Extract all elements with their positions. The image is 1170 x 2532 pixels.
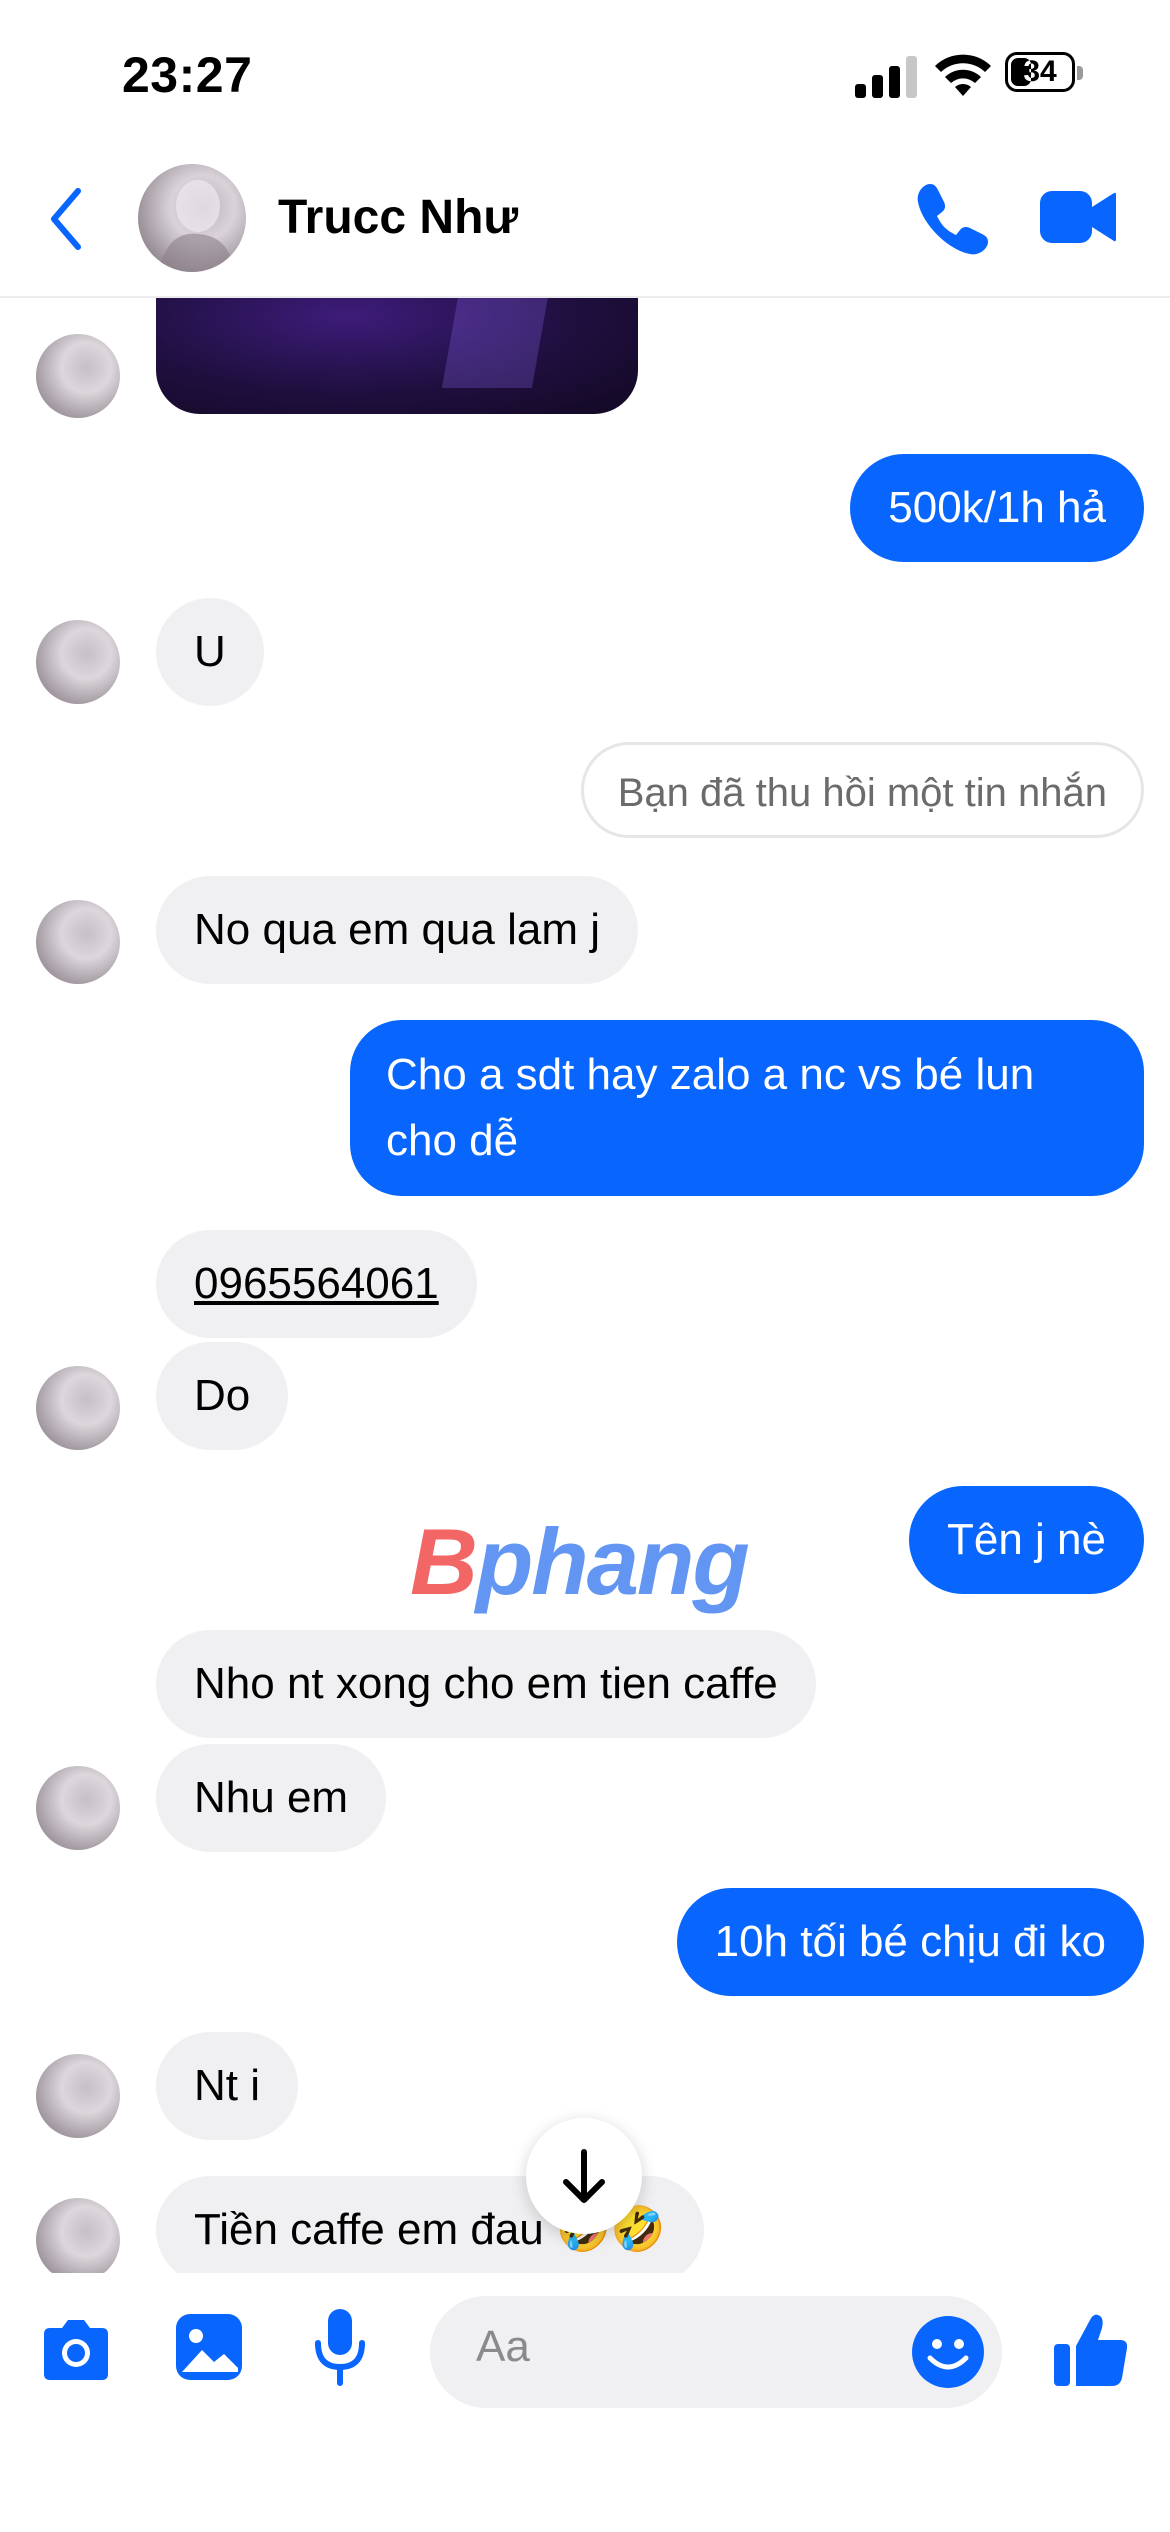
sender-avatar[interactable]	[36, 1766, 120, 1850]
wifi-icon	[935, 54, 991, 96]
sender-avatar[interactable]	[36, 900, 120, 984]
thumbs-up-icon[interactable]	[1050, 2308, 1132, 2390]
sender-avatar[interactable]	[36, 2198, 120, 2273]
message-outgoing[interactable]: Cho a sdt hay zalo a nc vs bé lun cho dễ	[350, 1020, 1144, 1196]
message-incoming[interactable]: Nhu em	[156, 1744, 387, 1852]
status-time: 23:27	[122, 47, 253, 103]
message-input-placeholder: Aa	[476, 2322, 530, 2371]
message-outgoing[interactable]: 500k/1h hả	[850, 454, 1144, 562]
contact-name[interactable]: Trucc Như	[278, 190, 518, 245]
arrow-down-icon	[563, 2149, 605, 2203]
message-incoming-phone-number[interactable]: 0965564061	[156, 1230, 477, 1338]
sender-avatar[interactable]	[36, 620, 120, 704]
microphone-icon[interactable]	[310, 2305, 370, 2389]
message-incoming[interactable]: U	[156, 598, 264, 706]
message-outgoing[interactable]: 10h tối bé chịu đi ko	[676, 1888, 1144, 1996]
camera-icon[interactable]	[38, 2312, 114, 2388]
message-incoming[interactable]: No qua em qua lam j	[156, 876, 638, 984]
unsent-message-notice: Bạn đã thu hồi một tin nhắn	[580, 742, 1144, 838]
image-icon[interactable]	[172, 2310, 246, 2384]
watermark-logo: Bphang	[410, 1509, 750, 1614]
phone-number-link[interactable]: 0965564061	[194, 1259, 439, 1308]
message-incoming[interactable]: Nt i	[156, 2032, 298, 2140]
battery-icon: 34	[1005, 52, 1087, 96]
sender-avatar[interactable]	[36, 1366, 120, 1450]
phone-icon[interactable]	[912, 180, 992, 260]
emoji-icon[interactable]	[910, 2314, 986, 2390]
shared-media-message[interactable]	[156, 298, 638, 414]
scroll-to-bottom-button[interactable]	[526, 2118, 642, 2234]
contact-avatar[interactable]	[138, 164, 246, 272]
message-incoming[interactable]: Nho nt xong cho em tien caffe	[156, 1630, 816, 1738]
message-incoming[interactable]: Do	[156, 1342, 289, 1450]
video-camera-icon[interactable]	[1040, 185, 1116, 249]
cellular-signal-icon	[855, 56, 917, 98]
battery-level: 34	[1023, 55, 1057, 88]
message-outgoing[interactable]: Tên j nè	[909, 1486, 1144, 1594]
message-list[interactable]: 500k/1h hả U Bạn đã thu hồi một tin nhắn…	[0, 298, 1170, 2273]
back-chevron-icon[interactable]	[46, 185, 86, 253]
sender-avatar[interactable]	[36, 334, 120, 418]
sender-avatar[interactable]	[36, 2054, 120, 2138]
